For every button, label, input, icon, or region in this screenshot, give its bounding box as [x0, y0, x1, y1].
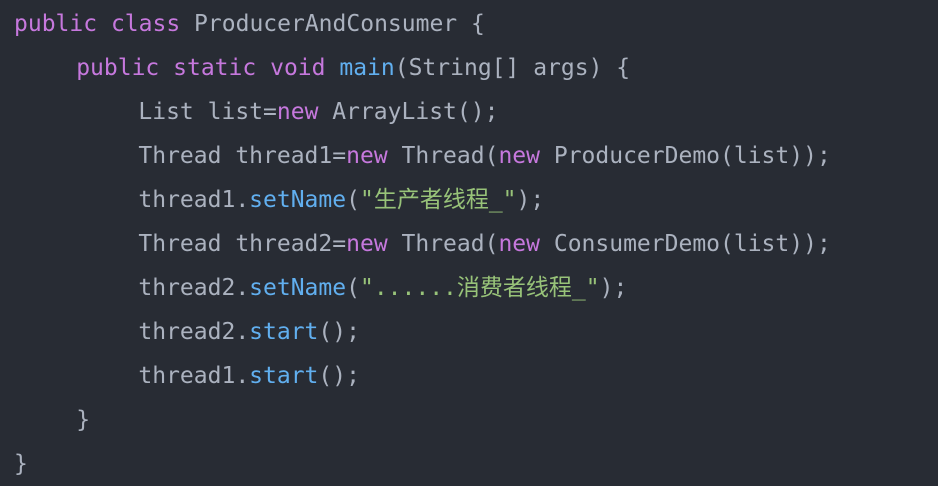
- code-keyword: static: [173, 55, 257, 81]
- code-text: Thread(: [387, 143, 499, 169]
- code-keyword: public: [14, 11, 98, 37]
- code-keyword: new: [276, 99, 319, 125]
- code-line: }: [0, 398, 938, 442]
- code-string-literal: "生产者线程_": [359, 187, 517, 213]
- code-line: public static void main(String[] args) {: [0, 46, 938, 90]
- code-line: thread2.setName("......消费者线程_");: [0, 266, 938, 310]
- code-text: (: [346, 275, 360, 301]
- code-line: Thread thread2=new Thread(new ConsumerDe…: [0, 222, 938, 266]
- code-text: );: [599, 275, 628, 301]
- code-line: thread1.start();: [0, 354, 938, 398]
- code-function-name: start: [249, 363, 319, 389]
- code-text: ProducerDemo(list));: [540, 143, 831, 169]
- code-text: thread1.: [138, 363, 250, 389]
- code-keyword: new: [346, 231, 388, 257]
- code-text: );: [516, 187, 545, 213]
- code-text: thread1.: [138, 187, 250, 213]
- code-string-literal: "......消费者线程_": [359, 275, 600, 301]
- code-keyword: new: [498, 231, 540, 257]
- code-text: }: [14, 451, 28, 477]
- code-keyword: public: [76, 55, 160, 81]
- code-line: Thread thread1=new Thread(new ProducerDe…: [0, 134, 938, 178]
- code-function-name: setName: [249, 275, 347, 301]
- code-text: (String[] args) {: [394, 55, 631, 81]
- code-text: Thread thread2: [138, 231, 333, 257]
- code-line: List list=new ArrayList();: [0, 90, 938, 134]
- code-text: =: [263, 99, 277, 125]
- code-line: thread1.setName("生产者线程_");: [0, 178, 938, 222]
- code-line: thread2.start();: [0, 310, 938, 354]
- code-text: ArrayList();: [318, 99, 499, 125]
- code-text: (: [346, 187, 360, 213]
- code-text: Thread(: [387, 231, 499, 257]
- code-keyword: new: [498, 143, 540, 169]
- code-function-name: setName: [249, 187, 347, 213]
- code-keyword: void: [270, 55, 326, 81]
- code-text: thread2.: [138, 319, 250, 345]
- code-editor[interactable]: public class ProducerAndConsumer {public…: [0, 0, 938, 485]
- code-text: List list: [138, 99, 264, 125]
- code-text: =: [332, 143, 347, 169]
- code-text: ();: [318, 363, 360, 389]
- code-text: ();: [318, 319, 360, 345]
- code-function-name: start: [249, 319, 319, 345]
- code-text: ConsumerDemo(list));: [540, 231, 831, 257]
- code-text: =: [332, 231, 347, 257]
- code-line: public class ProducerAndConsumer {: [0, 2, 938, 46]
- code-text: thread2.: [138, 275, 250, 301]
- code-text: }: [76, 407, 91, 433]
- code-keyword: new: [346, 143, 388, 169]
- code-block: public class ProducerAndConsumer {public…: [0, 2, 938, 486]
- code-keyword: class: [110, 11, 181, 37]
- code-function-name: main: [339, 55, 395, 81]
- code-line: }: [0, 442, 938, 486]
- code-text: Thread thread1: [138, 143, 333, 169]
- code-text: ProducerAndConsumer {: [180, 11, 485, 37]
